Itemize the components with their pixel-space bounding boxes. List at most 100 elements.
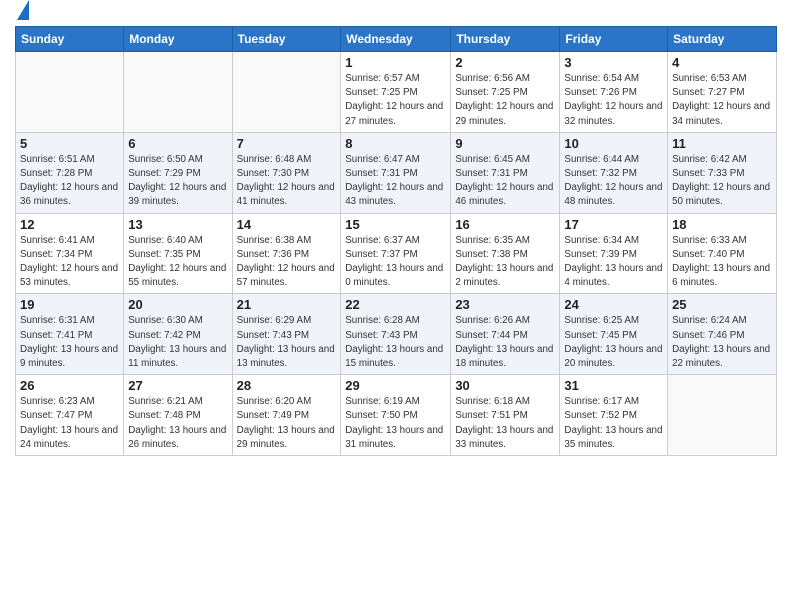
weekday-header-wednesday: Wednesday: [341, 27, 451, 52]
day-number: 31: [564, 378, 663, 393]
day-info: Sunrise: 6:45 AMSunset: 7:31 PMDaylight:…: [455, 153, 555, 210]
day-number: 1: [345, 55, 446, 70]
calendar-cell: 18Sunrise: 6:33 AMSunset: 7:40 PMDayligh…: [668, 213, 777, 294]
day-info: Sunrise: 6:41 AMSunset: 7:34 PMDaylight:…: [20, 234, 119, 291]
calendar-cell: [16, 52, 124, 133]
calendar-cell: 26Sunrise: 6:23 AMSunset: 7:47 PMDayligh…: [16, 375, 124, 456]
day-info: Sunrise: 6:38 AMSunset: 7:36 PMDaylight:…: [237, 234, 337, 291]
calendar-cell: [124, 52, 232, 133]
day-number: 16: [455, 217, 555, 232]
weekday-header-monday: Monday: [124, 27, 232, 52]
calendar-cell: 5 Sunrise: 6:51 AMSunset: 7:28 PMDaylight…: [16, 132, 124, 213]
logo-triangle-icon: [17, 0, 29, 20]
day-number: 3: [564, 55, 663, 70]
day-info: Sunrise: 6:19 AMSunset: 7:50 PMDaylight:…: [345, 395, 446, 452]
day-info: Sunrise: 6:31 AMSunset: 7:41 PMDaylight:…: [20, 314, 119, 371]
weekday-header-saturday: Saturday: [668, 27, 777, 52]
day-info: Sunrise: 6:29 AMSunset: 7:43 PMDaylight:…: [237, 314, 337, 371]
day-number: 28: [237, 378, 337, 393]
day-info: Sunrise: 6:33 AMSunset: 7:40 PMDaylight:…: [672, 234, 772, 291]
calendar-cell: 6 Sunrise: 6:50 AMSunset: 7:29 PMDaylight…: [124, 132, 232, 213]
calendar-cell: [232, 52, 341, 133]
day-info: Sunrise: 6:50 AMSunset: 7:29 PMDaylight:…: [128, 153, 227, 210]
calendar-cell: 1 Sunrise: 6:57 AMSunset: 7:25 PMDaylight…: [341, 52, 451, 133]
calendar-cell: 27 Sunrise: 6:21 AMSunset: 7:48 PMDayligh…: [124, 375, 232, 456]
calendar-cell: 31 Sunrise: 6:17 AMSunset: 7:52 PMDayligh…: [560, 375, 668, 456]
calendar-cell: 28 Sunrise: 6:20 AMSunset: 7:49 PMDayligh…: [232, 375, 341, 456]
calendar-cell: 14 Sunrise: 6:38 AMSunset: 7:36 PMDayligh…: [232, 213, 341, 294]
day-info: Sunrise: 6:42 AMSunset: 7:33 PMDaylight:…: [672, 153, 772, 210]
day-info: Sunrise: 6:26 AMSunset: 7:44 PMDaylight:…: [455, 314, 555, 371]
day-info: Sunrise: 6:51 AMSunset: 7:28 PMDaylight:…: [20, 153, 119, 210]
calendar-cell: 8Sunrise: 6:47 AMSunset: 7:31 PMDaylight…: [341, 132, 451, 213]
day-number: 19: [20, 297, 119, 312]
calendar-cell: 21 Sunrise: 6:29 AMSunset: 7:43 PMDayligh…: [232, 294, 341, 375]
day-info: Sunrise: 6:48 AMSunset: 7:30 PMDaylight:…: [237, 153, 337, 210]
day-info: Sunrise: 6:37 AMSunset: 7:37 PMDaylight:…: [345, 234, 446, 291]
calendar-cell: 29 Sunrise: 6:19 AMSunset: 7:50 PMDayligh…: [341, 375, 451, 456]
calendar-cell: 19 Sunrise: 6:31 AMSunset: 7:41 PMDayligh…: [16, 294, 124, 375]
calendar-cell: 4Sunrise: 6:53 AMSunset: 7:27 PMDaylight…: [668, 52, 777, 133]
day-info: Sunrise: 6:47 AMSunset: 7:31 PMDaylight:…: [345, 153, 446, 210]
day-info: Sunrise: 6:35 AMSunset: 7:38 PMDaylight:…: [455, 234, 555, 291]
day-number: 7: [237, 136, 337, 151]
calendar-cell: 12 Sunrise: 6:41 AMSunset: 7:34 PMDayligh…: [16, 213, 124, 294]
day-number: 12: [20, 217, 119, 232]
calendar-cell: 22 Sunrise: 6:28 AMSunset: 7:43 PMDayligh…: [341, 294, 451, 375]
day-number: 10: [564, 136, 663, 151]
day-number: 9: [455, 136, 555, 151]
day-number: 13: [128, 217, 227, 232]
day-info: Sunrise: 6:28 AMSunset: 7:43 PMDaylight:…: [345, 314, 446, 371]
week-row-1: 1 Sunrise: 6:57 AMSunset: 7:25 PMDaylight…: [16, 52, 777, 133]
day-number: 14: [237, 217, 337, 232]
day-number: 4: [672, 55, 772, 70]
calendar-cell: 10Sunrise: 6:44 AMSunset: 7:32 PMDayligh…: [560, 132, 668, 213]
day-number: 15: [345, 217, 446, 232]
week-row-5: 26Sunrise: 6:23 AMSunset: 7:47 PMDayligh…: [16, 375, 777, 456]
day-number: 11: [672, 136, 772, 151]
day-number: 26: [20, 378, 119, 393]
calendar-cell: 15 Sunrise: 6:37 AMSunset: 7:37 PMDayligh…: [341, 213, 451, 294]
day-number: 29: [345, 378, 446, 393]
day-info: Sunrise: 6:17 AMSunset: 7:52 PMDaylight:…: [564, 395, 663, 452]
calendar-cell: 30Sunrise: 6:18 AMSunset: 7:51 PMDayligh…: [451, 375, 560, 456]
weekday-header-tuesday: Tuesday: [232, 27, 341, 52]
day-info: Sunrise: 6:21 AMSunset: 7:48 PMDaylight:…: [128, 395, 227, 452]
calendar-table: SundayMondayTuesdayWednesdayThursdayFrid…: [15, 26, 777, 456]
day-info: Sunrise: 6:30 AMSunset: 7:42 PMDaylight:…: [128, 314, 227, 371]
weekday-header-sunday: Sunday: [16, 27, 124, 52]
calendar-cell: 24 Sunrise: 6:25 AMSunset: 7:45 PMDayligh…: [560, 294, 668, 375]
weekday-header-friday: Friday: [560, 27, 668, 52]
calendar-cell: 17 Sunrise: 6:34 AMSunset: 7:39 PMDayligh…: [560, 213, 668, 294]
day-number: 23: [455, 297, 555, 312]
day-number: 2: [455, 55, 555, 70]
calendar-cell: 23 Sunrise: 6:26 AMSunset: 7:44 PMDayligh…: [451, 294, 560, 375]
header: [15, 10, 777, 20]
calendar-cell: [668, 375, 777, 456]
day-number: 17: [564, 217, 663, 232]
logo: [15, 10, 29, 20]
calendar-cell: 2 Sunrise: 6:56 AMSunset: 7:25 PMDaylight…: [451, 52, 560, 133]
day-number: 24: [564, 297, 663, 312]
day-number: 6: [128, 136, 227, 151]
day-number: 5: [20, 136, 119, 151]
calendar-cell: 11 Sunrise: 6:42 AMSunset: 7:33 PMDayligh…: [668, 132, 777, 213]
calendar-cell: 7 Sunrise: 6:48 AMSunset: 7:30 PMDaylight…: [232, 132, 341, 213]
week-row-2: 5 Sunrise: 6:51 AMSunset: 7:28 PMDaylight…: [16, 132, 777, 213]
day-info: Sunrise: 6:34 AMSunset: 7:39 PMDaylight:…: [564, 234, 663, 291]
week-row-3: 12 Sunrise: 6:41 AMSunset: 7:34 PMDayligh…: [16, 213, 777, 294]
day-number: 22: [345, 297, 446, 312]
day-info: Sunrise: 6:20 AMSunset: 7:49 PMDaylight:…: [237, 395, 337, 452]
day-info: Sunrise: 6:25 AMSunset: 7:45 PMDaylight:…: [564, 314, 663, 371]
day-info: Sunrise: 6:57 AMSunset: 7:25 PMDaylight:…: [345, 72, 446, 129]
day-info: Sunrise: 6:54 AMSunset: 7:26 PMDaylight:…: [564, 72, 663, 129]
calendar-cell: 16 Sunrise: 6:35 AMSunset: 7:38 PMDayligh…: [451, 213, 560, 294]
day-number: 20: [128, 297, 227, 312]
day-number: 21: [237, 297, 337, 312]
calendar-cell: 3 Sunrise: 6:54 AMSunset: 7:26 PMDaylight…: [560, 52, 668, 133]
day-info: Sunrise: 6:56 AMSunset: 7:25 PMDaylight:…: [455, 72, 555, 129]
weekday-header-row: SundayMondayTuesdayWednesdayThursdayFrid…: [16, 27, 777, 52]
calendar-cell: 13Sunrise: 6:40 AMSunset: 7:35 PMDayligh…: [124, 213, 232, 294]
day-info: Sunrise: 6:24 AMSunset: 7:46 PMDaylight:…: [672, 314, 772, 371]
day-number: 27: [128, 378, 227, 393]
